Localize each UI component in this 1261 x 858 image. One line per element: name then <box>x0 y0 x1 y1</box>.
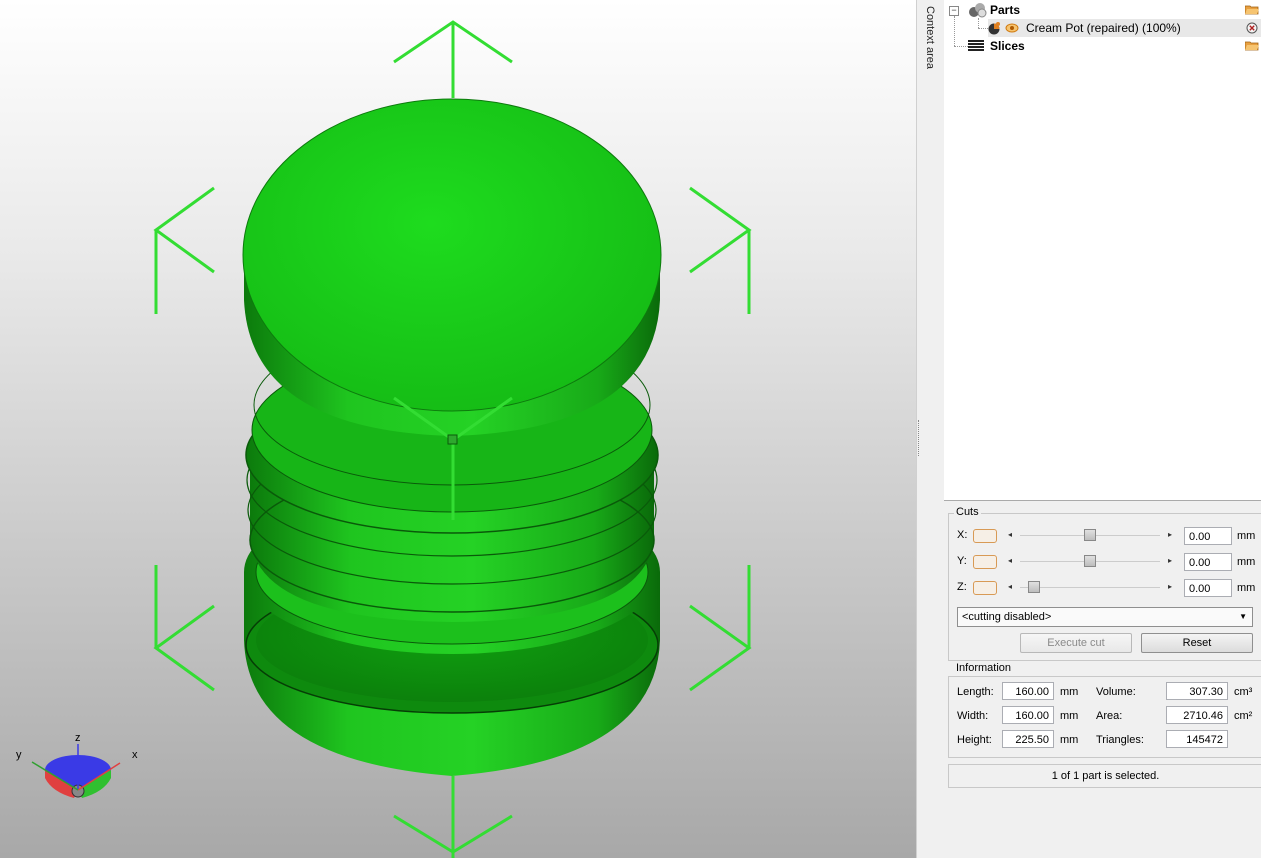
model-render: z x y <box>16 20 752 858</box>
cut-y-slider[interactable]: ◂ ▸ <box>1006 555 1174 567</box>
slider-left-arrow-icon[interactable]: ◂ <box>1008 582 1012 591</box>
length-unit: mm <box>1060 686 1079 698</box>
height-label: Height: <box>957 734 992 746</box>
cut-y-label: Y: <box>957 555 967 567</box>
context-area-tab[interactable]: Context area <box>920 0 945 858</box>
axis-y-label: y <box>16 749 22 761</box>
axis-orientation-icon: z x y <box>16 732 138 798</box>
open-folder-icon[interactable] <box>1245 5 1259 15</box>
tree-line <box>978 18 979 28</box>
width-label: Width: <box>957 710 989 722</box>
part-tree[interactable]: − Parts Cream Pot (repaired) (100%) Slic… <box>944 0 1261 501</box>
cuts-title: Cuts <box>954 506 981 518</box>
triangles-label: Triangles: <box>1096 734 1144 746</box>
area-label: Area: <box>1096 710 1123 722</box>
cut-x-unit: mm <box>1237 530 1256 542</box>
cut-x-slider[interactable]: ◂ ▸ <box>1006 529 1174 541</box>
part-color-icon[interactable] <box>988 21 1002 35</box>
remove-part-icon[interactable] <box>1246 22 1258 34</box>
tree-line <box>978 28 988 29</box>
slices-label: Slices <box>990 39 1025 53</box>
axis-x-label: x <box>132 749 138 761</box>
cut-x-value[interactable]: 0.00 <box>1184 527 1232 545</box>
3d-viewport[interactable]: z x y <box>0 0 916 858</box>
cut-x-label: X: <box>957 529 968 541</box>
cut-z-slider[interactable]: ◂ ▸ <box>1006 581 1174 593</box>
parts-label: Parts <box>990 3 1021 17</box>
slider-left-arrow-icon[interactable]: ◂ <box>1008 556 1012 565</box>
parts-icon <box>969 3 987 18</box>
cut-z-value[interactable]: 0.00 <box>1184 579 1232 597</box>
cut-y-slider-thumb[interactable] <box>1084 555 1096 567</box>
cut-x-slider-thumb[interactable] <box>1084 529 1096 541</box>
width-unit: mm <box>1060 710 1079 722</box>
selection-status: 1 of 1 part is selected. <box>948 764 1261 788</box>
collapse-toggle[interactable]: − <box>949 6 959 16</box>
information-title: Information <box>954 662 1014 674</box>
cut-y-unit: mm <box>1237 556 1256 568</box>
cut-z-toggle[interactable] <box>973 581 997 595</box>
length-label: Length: <box>957 686 994 698</box>
slider-right-arrow-icon[interactable]: ▸ <box>1168 530 1172 539</box>
area-value: 2710.46 <box>1166 706 1228 724</box>
height-unit: mm <box>1060 734 1079 746</box>
slices-icon <box>968 40 984 51</box>
cut-x-toggle[interactable] <box>973 529 997 543</box>
chevron-down-icon[interactable]: ▼ <box>1239 608 1247 626</box>
right-panel: − Parts Cream Pot (repaired) (100%) Slic… <box>944 0 1261 858</box>
volume-unit: cm³ <box>1234 686 1253 698</box>
reset-button[interactable]: Reset <box>1141 633 1253 653</box>
part-name-label: Cream Pot (repaired) (100%) <box>1026 21 1181 35</box>
tree-item-slices[interactable]: Slices <box>944 37 1261 55</box>
cut-mode-select[interactable]: <cutting disabled> ▼ <box>957 607 1253 627</box>
slider-right-arrow-icon[interactable]: ▸ <box>1168 556 1172 565</box>
tree-item-cream-pot[interactable]: Cream Pot (repaired) (100%) <box>988 19 1261 37</box>
slider-left-arrow-icon[interactable]: ◂ <box>1008 530 1012 539</box>
cut-mode-value: <cutting disabled> <box>962 611 1052 623</box>
visibility-eye-icon[interactable] <box>1005 22 1019 34</box>
area-unit: cm² <box>1234 710 1253 722</box>
cut-z-unit: mm <box>1237 582 1256 594</box>
slider-right-arrow-icon[interactable]: ▸ <box>1168 582 1172 591</box>
execute-cut-button[interactable]: Execute cut <box>1020 633 1132 653</box>
triangles-value: 145472 <box>1166 730 1228 748</box>
cut-z-label: Z: <box>957 581 967 593</box>
cut-y-toggle[interactable] <box>973 555 997 569</box>
volume-value: 307.30 <box>1166 682 1228 700</box>
width-value: 160.00 <box>1002 706 1054 724</box>
open-folder-icon[interactable] <box>1245 41 1259 51</box>
tree-item-parts[interactable]: − Parts <box>944 1 1261 19</box>
length-value: 160.00 <box>1002 682 1054 700</box>
axis-z-label: z <box>75 732 81 744</box>
cut-z-slider-thumb[interactable] <box>1027 581 1040 593</box>
pot-lid <box>242 98 662 436</box>
cut-y-value[interactable]: 0.00 <box>1184 553 1232 571</box>
height-value: 225.50 <box>1002 730 1054 748</box>
context-area-label: Context area <box>924 6 936 69</box>
volume-label: Volume: <box>1096 686 1136 698</box>
